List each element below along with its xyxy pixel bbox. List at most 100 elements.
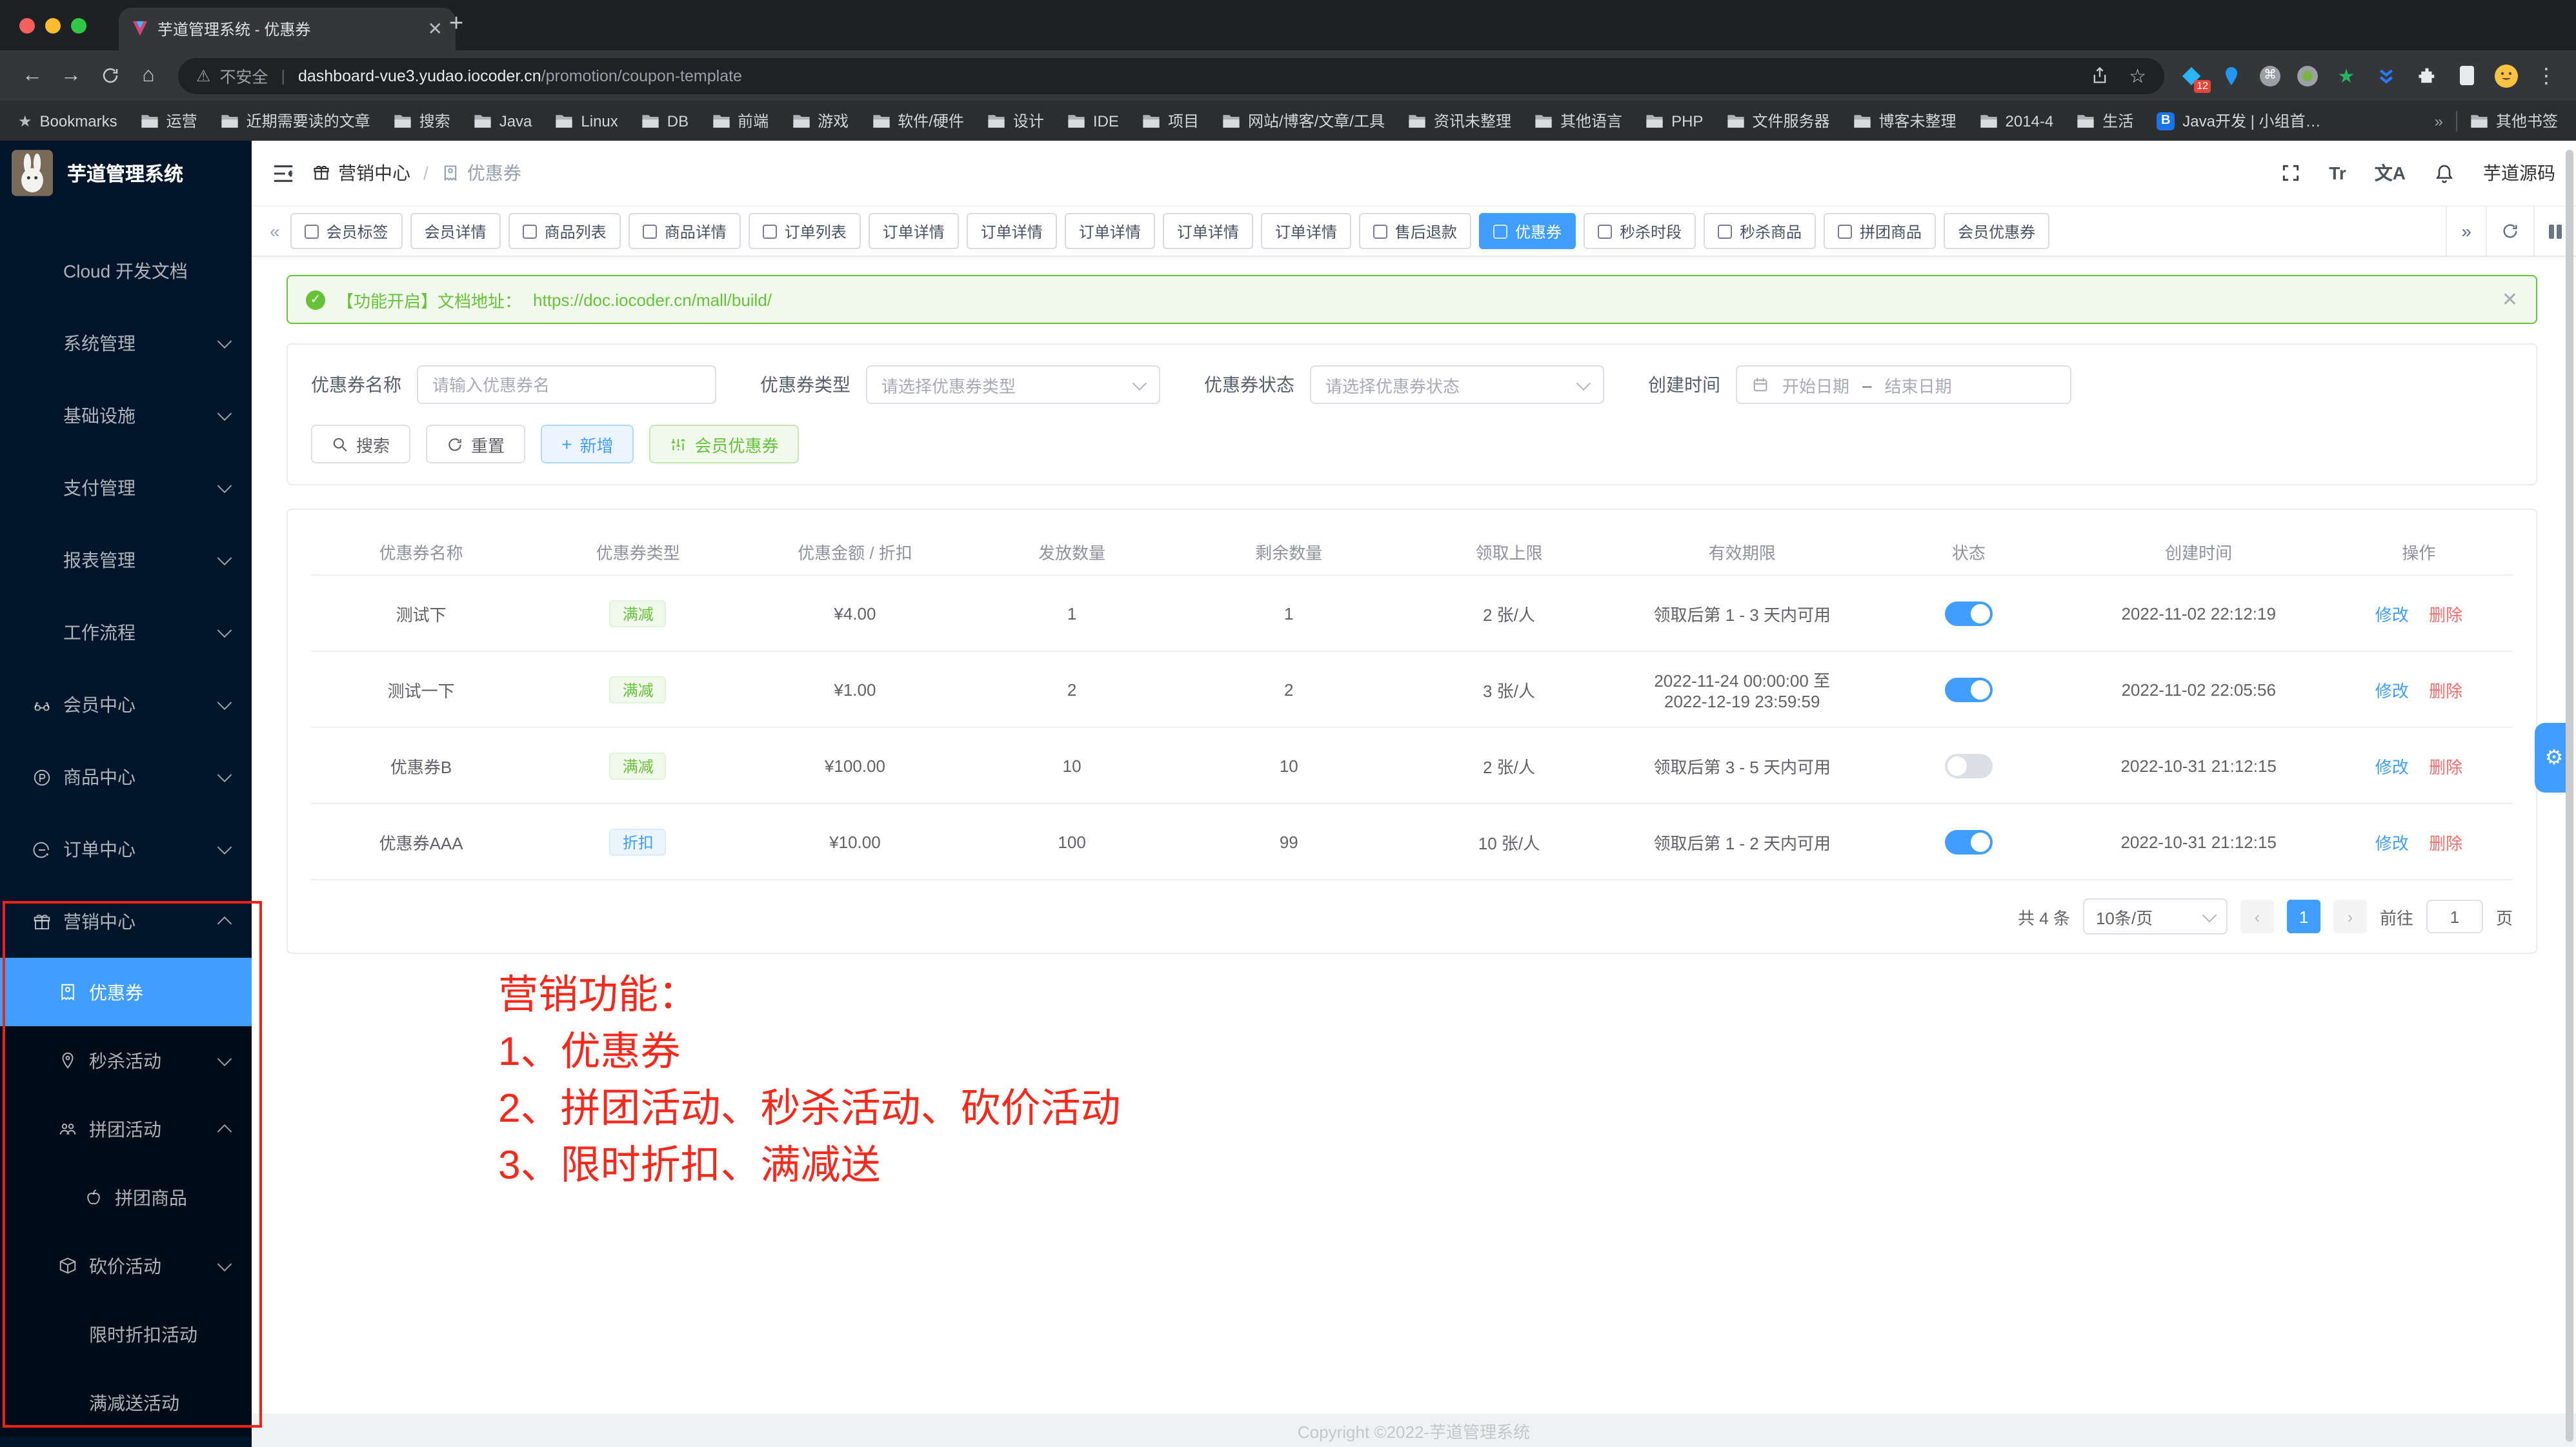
bookmark-folder[interactable]: 运营 <box>141 110 197 132</box>
breadcrumb-marketing[interactable]: 营销中心 <box>338 160 410 186</box>
status-toggle[interactable] <box>1945 829 1993 854</box>
other-bookmarks[interactable]: 其他书签 <box>2470 110 2558 132</box>
home-icon[interactable]: ⌂ <box>129 64 168 87</box>
prev-page-button[interactable]: ‹ <box>2240 900 2274 933</box>
sidebar-item-workflow[interactable]: 工作流程 <box>0 596 252 669</box>
sidebar-item-order-center[interactable]: 订单中心 <box>0 813 252 885</box>
bookmark-folder[interactable]: 前端 <box>712 110 769 132</box>
language-icon[interactable]: 文A <box>2375 160 2406 186</box>
page-tab[interactable]: 订单列表 <box>749 213 861 249</box>
minimize-window-button[interactable] <box>45 18 61 34</box>
bookmarks-root[interactable]: ★ Bookmarks <box>18 112 117 130</box>
sidebar-item-coupon[interactable]: 优惠券 <box>0 958 252 1026</box>
tabs-scroll-right-icon[interactable]: » <box>2446 207 2486 256</box>
bookmark-folder[interactable]: 博客未整理 <box>1853 110 1956 132</box>
sidebar-item-seckill[interactable]: 秒杀活动 <box>0 1026 252 1095</box>
zoom-window-button[interactable] <box>71 18 86 34</box>
sidebar-item-product-center[interactable]: 商品中心 <box>0 741 252 813</box>
bookmark-folder[interactable]: 网站/博客/文章/工具 <box>1222 110 1385 132</box>
sidebar-item-report[interactable]: 报表管理 <box>0 524 252 596</box>
alert-close-icon[interactable]: ✕ <box>2502 288 2518 311</box>
delete-link[interactable]: 删除 <box>2429 757 2462 776</box>
forward-icon[interactable]: → <box>52 64 90 87</box>
coupon-name-input[interactable] <box>417 365 716 404</box>
next-page-button[interactable]: › <box>2333 900 2367 933</box>
sidebar-item-groupon[interactable]: 拼团活动 <box>0 1095 252 1163</box>
tabs-scroll-left-icon[interactable]: « <box>259 221 290 241</box>
page-tab[interactable]: 会员详情 <box>410 213 501 249</box>
create-time-range-picker[interactable]: 开始日期 – 结束日期 <box>1736 365 2071 404</box>
page-tab[interactable]: 会员标签 <box>290 213 403 249</box>
bookmark-folder[interactable]: 生活 <box>2077 110 2133 132</box>
sidebar-item-bargain[interactable]: 砍价活动 <box>0 1231 252 1300</box>
bookmark-folder[interactable]: 2014-4 <box>1980 112 2054 130</box>
page-size-select[interactable]: 10条/页 <box>2083 898 2228 935</box>
browser-tab[interactable]: 芋道管理系统 - 优惠券 ✕ <box>119 8 456 50</box>
edit-link[interactable]: 修改 <box>2375 833 2409 853</box>
page-tab[interactable]: 商品详情 <box>629 213 741 249</box>
bookmark-folder[interactable]: 搜索 <box>394 110 450 132</box>
extension-command-icon[interactable]: ⌘ <box>2260 65 2280 86</box>
bookmark-folder[interactable]: 软件/硬件 <box>872 110 964 132</box>
bookmark-folder[interactable]: 设计 <box>987 110 1044 132</box>
fullscreen-icon[interactable] <box>2280 163 2300 183</box>
app-logo-row[interactable]: 芋道管理系统 <box>0 141 252 205</box>
bookmark-link[interactable]: B Java开发 | 小组首… <box>2157 110 2320 132</box>
bookmark-folder[interactable]: IDE <box>1067 112 1119 130</box>
extension-record-icon[interactable] <box>2297 65 2318 86</box>
reading-list-icon[interactable] <box>2455 64 2478 87</box>
collapse-sidebar-icon[interactable] <box>272 163 294 183</box>
reset-button[interactable]: 重置 <box>426 425 525 463</box>
bookmark-folder[interactable]: 资讯未整理 <box>1408 110 1511 132</box>
sidebar-item-member-center[interactable]: 会员中心 <box>0 669 252 741</box>
page-tab[interactable]: 拼团商品 <box>1824 213 1936 249</box>
page-tab[interactable]: 秒杀时段 <box>1584 213 1696 249</box>
new-tab-button[interactable]: + <box>449 12 463 37</box>
page-tab[interactable]: 商品列表 <box>508 213 621 249</box>
back-icon[interactable]: ← <box>13 64 52 87</box>
extensions-puzzle-icon[interactable] <box>2415 64 2438 87</box>
bookmark-folder[interactable]: 游戏 <box>792 110 849 132</box>
sidebar-item-marketing-center[interactable]: 营销中心 <box>0 885 252 958</box>
close-tab-icon[interactable]: ✕ <box>428 18 443 40</box>
delete-link[interactable]: 删除 <box>2429 833 2462 853</box>
extension-star-icon[interactable]: ★ <box>2335 64 2358 87</box>
sidebar-item-time-discount[interactable]: 限时折扣活动 <box>0 1300 252 1368</box>
refresh-tab-icon[interactable] <box>2486 207 2533 256</box>
edit-link[interactable]: 修改 <box>2375 757 2409 776</box>
alert-link[interactable]: https://doc.iocoder.cn/mall/build/ <box>533 290 772 309</box>
bookmark-folder[interactable]: PHP <box>1645 112 1703 130</box>
page-tab[interactable]: 订单详情 <box>869 213 959 249</box>
sidebar-item-system[interactable]: 系统管理 <box>0 307 252 379</box>
sidebar-item-pay[interactable]: 支付管理 <box>0 452 252 524</box>
status-toggle[interactable] <box>1945 677 1993 702</box>
add-coupon-button[interactable]: + 新增 <box>541 425 634 463</box>
page-tab[interactable]: 订单详情 <box>967 213 1057 249</box>
delete-link[interactable]: 删除 <box>2429 605 2462 624</box>
bookmark-folder[interactable]: DB <box>641 112 689 130</box>
bell-icon[interactable] <box>2434 162 2455 184</box>
profile-avatar[interactable] <box>2495 64 2518 87</box>
extension-pin-icon[interactable] <box>2220 64 2243 87</box>
page-tab[interactable]: 售后退款 <box>1359 213 1471 249</box>
coupon-type-select[interactable]: 请选择优惠券类型 <box>866 365 1160 404</box>
bookmark-folder[interactable]: 近期需要读的文章 <box>221 110 370 132</box>
member-coupon-button[interactable]: 会员优惠券 <box>649 425 799 463</box>
page-tab[interactable]: 订单详情 <box>1065 213 1155 249</box>
search-button[interactable]: 搜索 <box>311 425 410 463</box>
bookmark-folder[interactable]: 文件服务器 <box>1726 110 1829 132</box>
bookmark-folder[interactable]: Linux <box>555 112 618 130</box>
page-tab[interactable]: 会员优惠券 <box>1944 213 2049 249</box>
page-tab[interactable]: 秒杀商品 <box>1704 213 1816 249</box>
sidebar-item-full-reduction[interactable]: 满减送活动 <box>0 1368 252 1437</box>
page-scrollbar[interactable] <box>2566 150 2573 1442</box>
close-window-button[interactable] <box>19 18 35 34</box>
coupon-status-select[interactable]: 请选择优惠券状态 <box>1310 365 1604 404</box>
font-size-icon[interactable]: Tr <box>2329 163 2346 183</box>
sidebar-item-infra[interactable]: 基础设施 <box>0 379 252 452</box>
edit-link[interactable]: 修改 <box>2375 681 2409 700</box>
status-toggle[interactable] <box>1945 753 1993 778</box>
bookmark-folder[interactable]: 项目 <box>1142 110 1199 132</box>
delete-link[interactable]: 删除 <box>2429 681 2462 700</box>
reload-icon[interactable] <box>90 66 129 85</box>
